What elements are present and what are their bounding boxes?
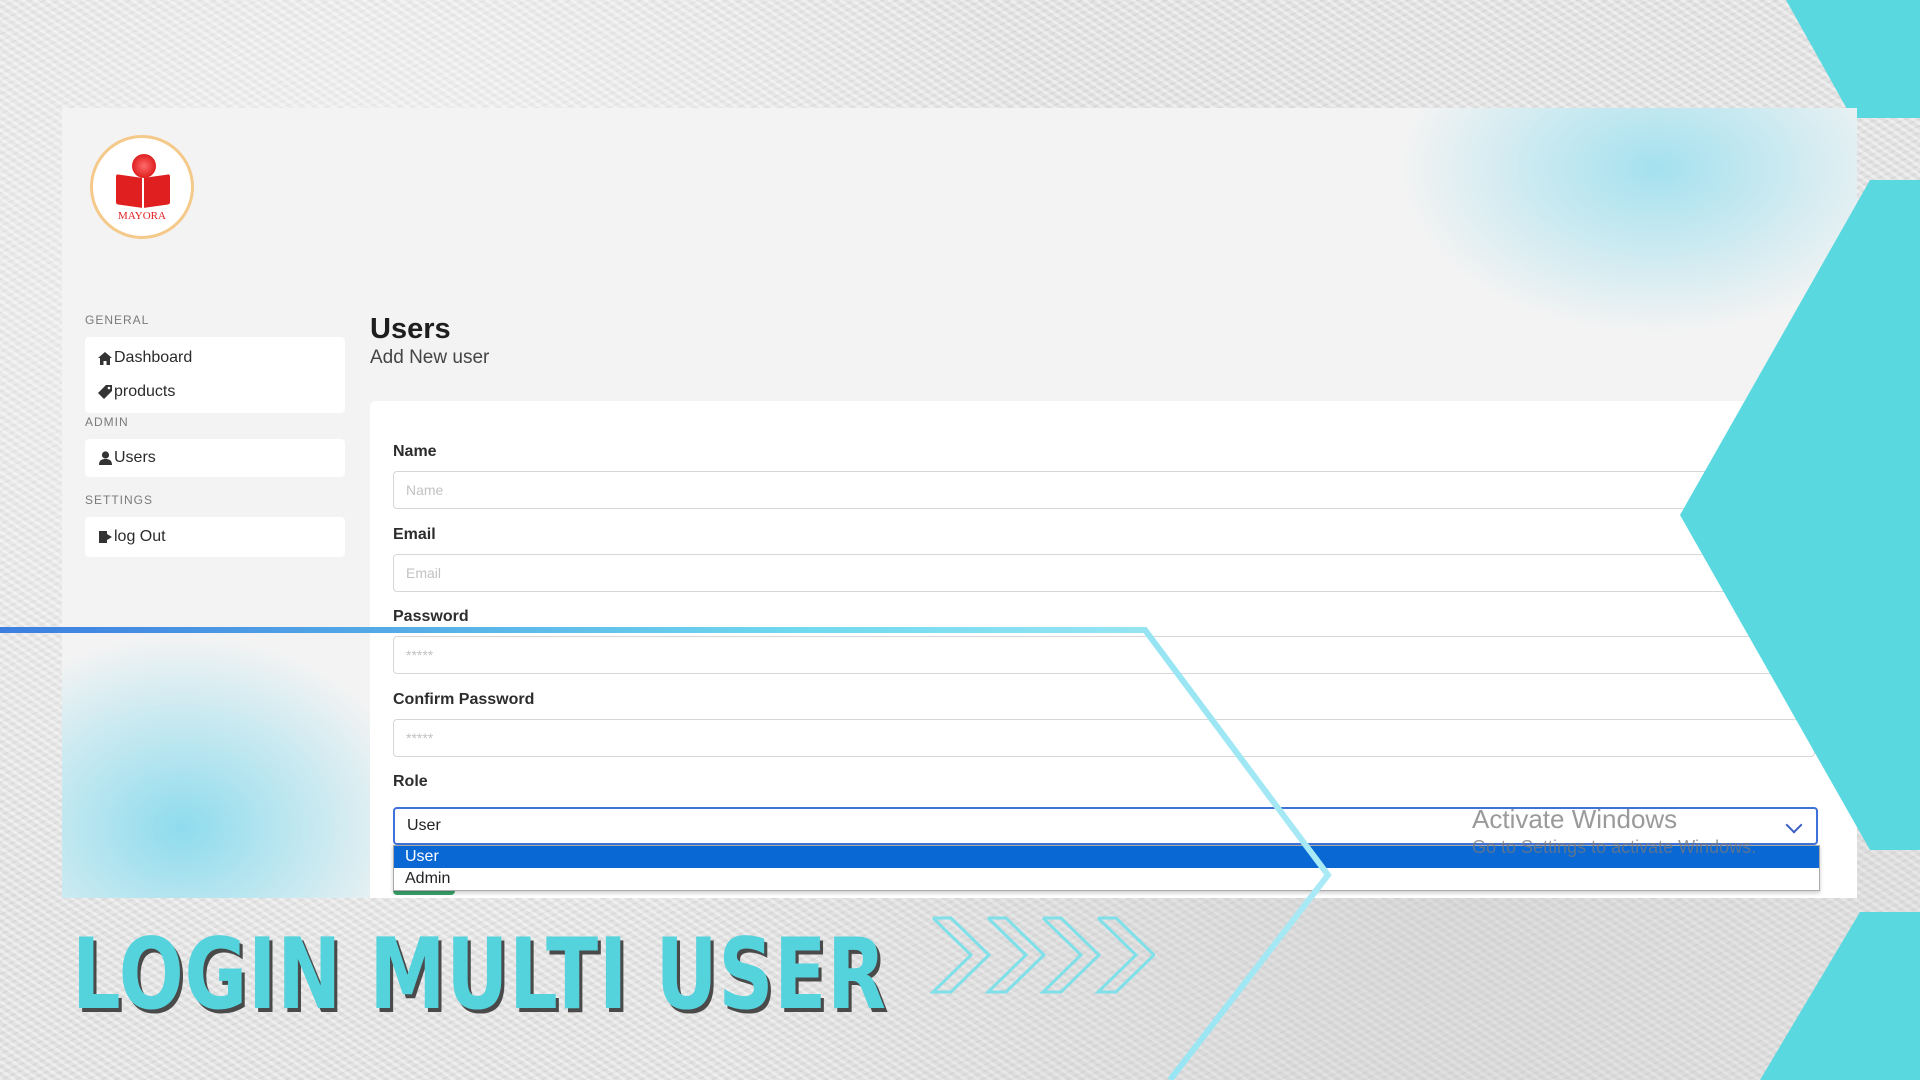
banner-headline: LOGIN MULTI USER bbox=[72, 918, 887, 1032]
chevron-right-icon bbox=[929, 916, 992, 994]
chevron-arrows-decoration bbox=[929, 916, 1155, 994]
chevron-right-icon bbox=[984, 916, 1047, 994]
chevron-right-icon bbox=[1039, 916, 1102, 994]
cyan-hexagon-right bbox=[1680, 180, 1920, 850]
chevron-right-icon bbox=[1094, 916, 1155, 994]
